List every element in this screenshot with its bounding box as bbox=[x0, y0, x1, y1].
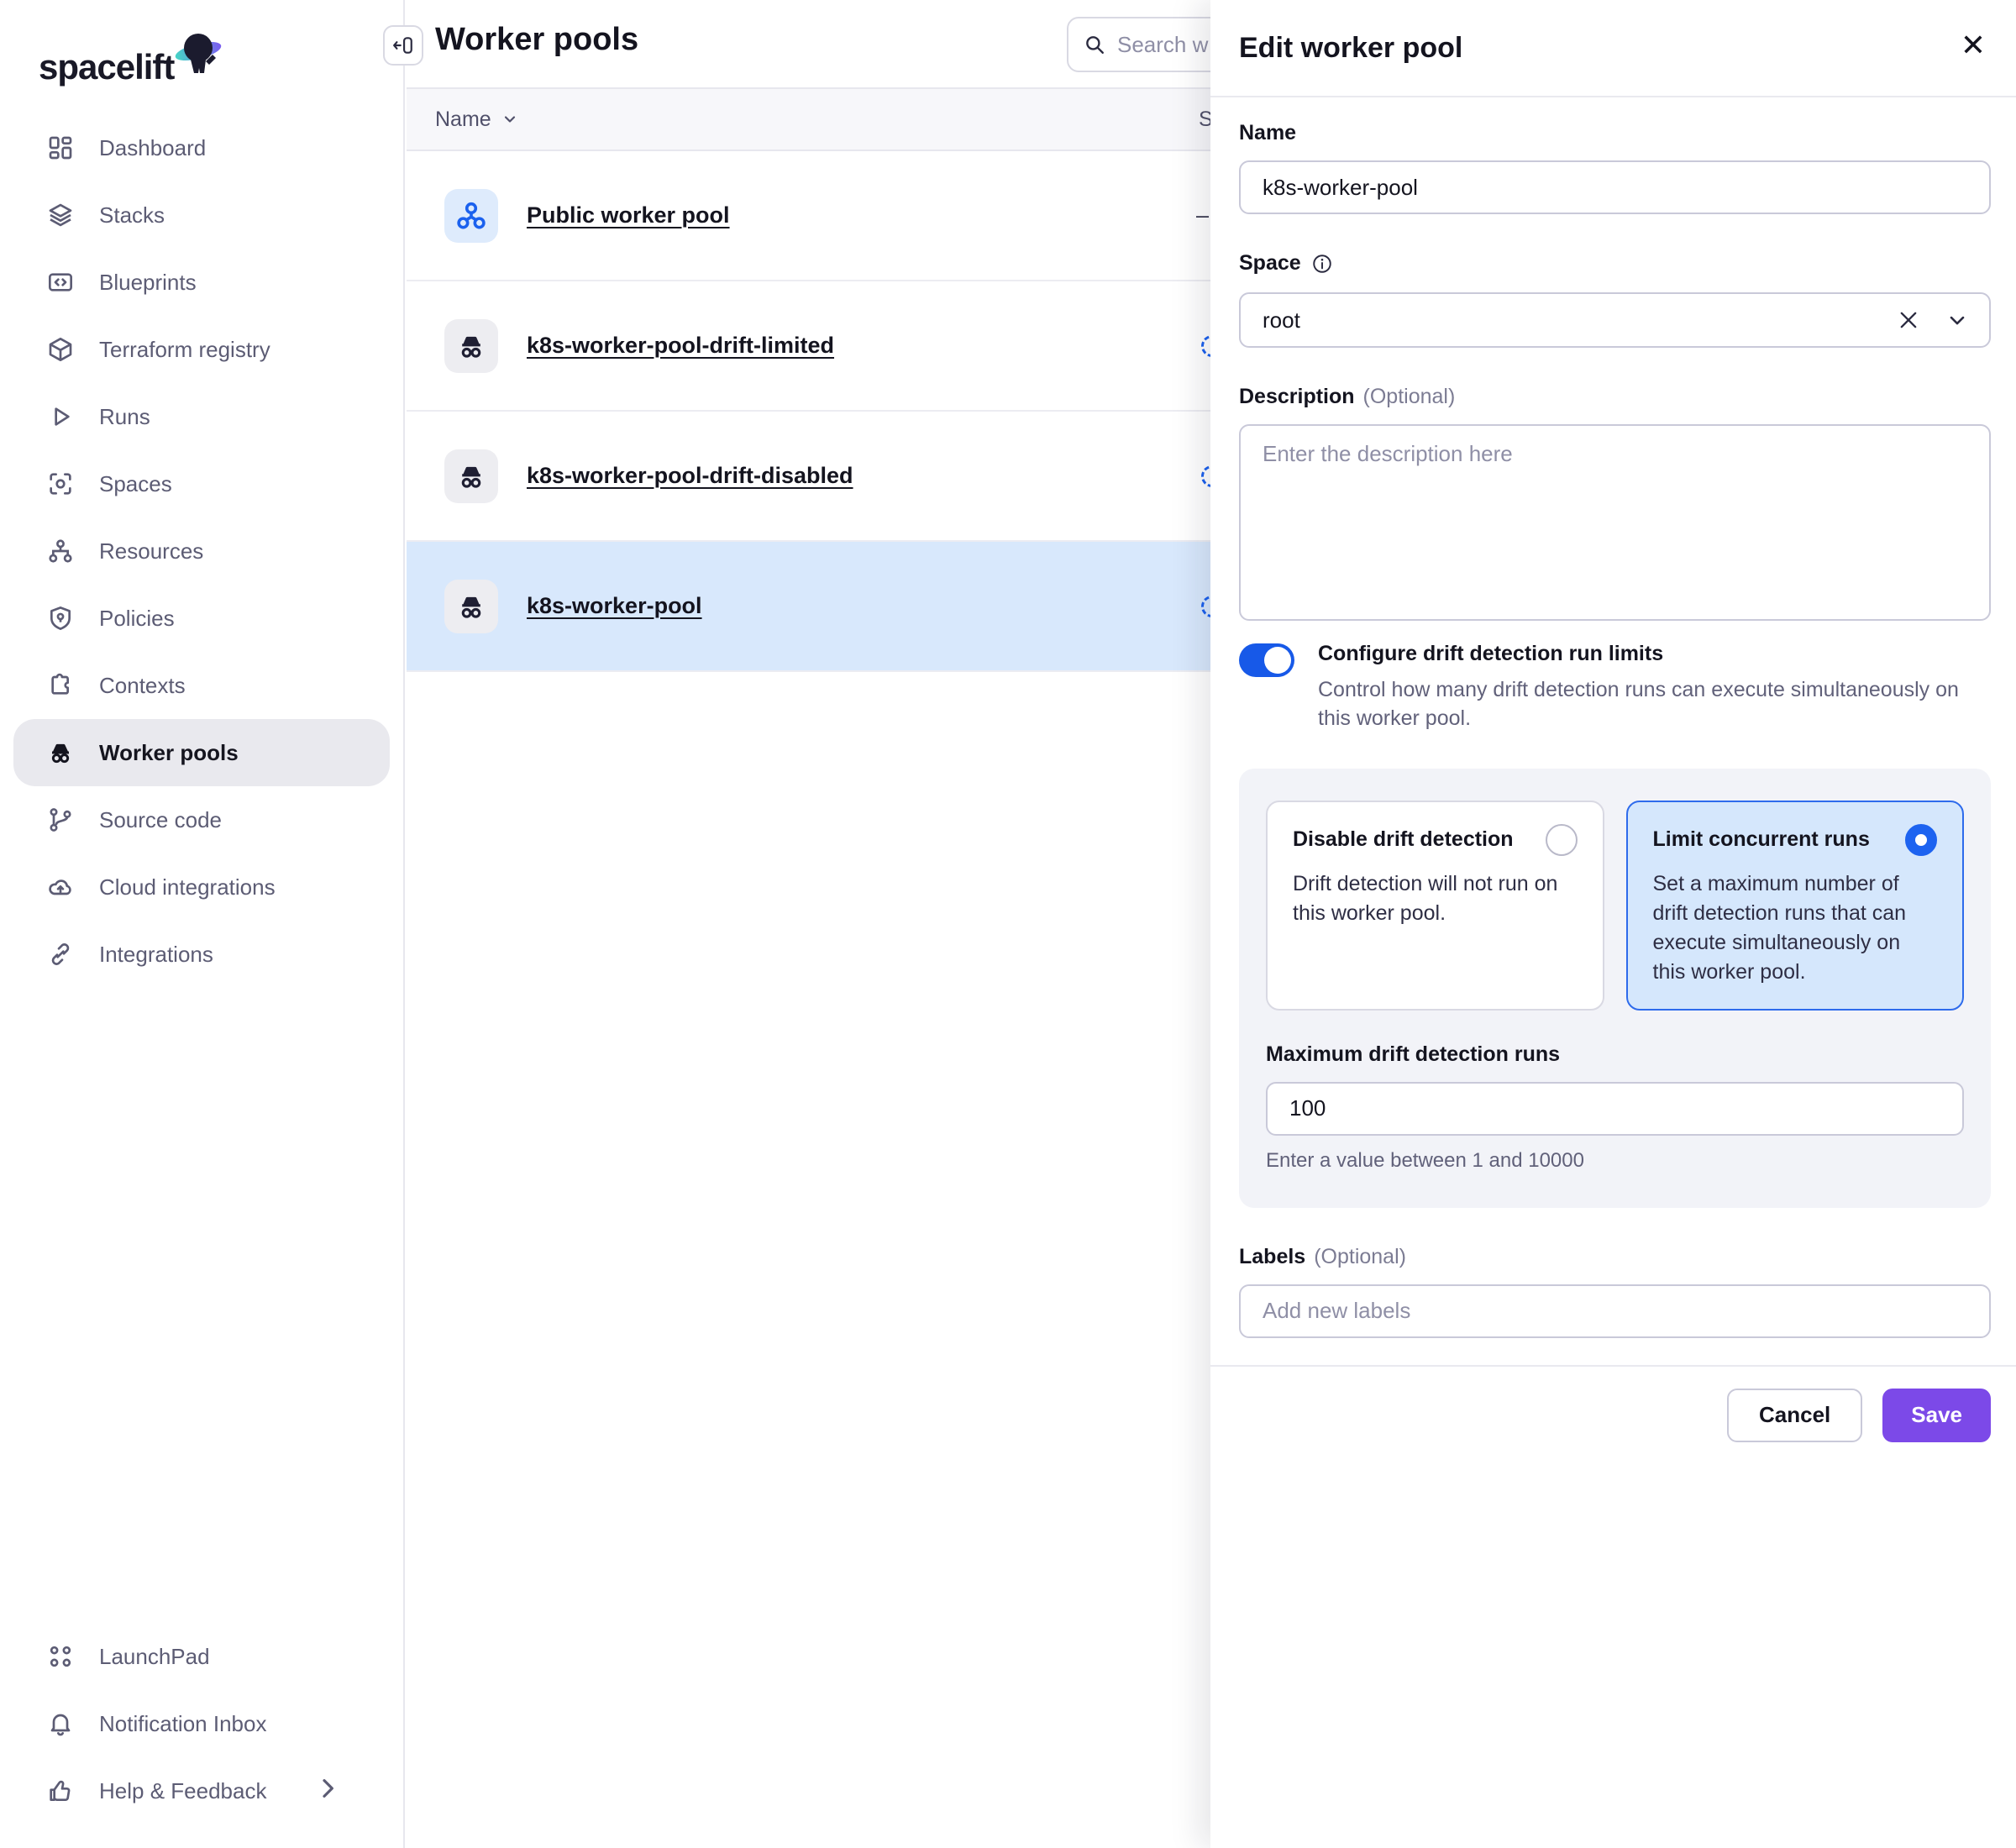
collapse-sidebar-button[interactable] bbox=[383, 25, 423, 66]
sidebar-item-notification-inbox[interactable]: Notification Inbox bbox=[0, 1690, 403, 1757]
sidebar-item-contexts[interactable]: Contexts bbox=[0, 652, 403, 719]
private-worker-pool-icon bbox=[444, 319, 498, 373]
terraform-registry-icon bbox=[47, 336, 74, 363]
column-name[interactable]: Name bbox=[435, 108, 491, 132]
sidebar-item-runs[interactable]: Runs bbox=[0, 383, 403, 450]
max-runs-hint: Enter a value between 1 and 10000 bbox=[1266, 1149, 1964, 1173]
sidebar: spacelift Dashboard Stacks Blueprints bbox=[0, 0, 405, 1848]
edit-worker-pool-panel: Edit worker pool ✕ Name Space root Descr… bbox=[1210, 0, 2016, 1848]
sidebar-item-source-code[interactable]: Source code bbox=[0, 786, 403, 853]
space-cell-dash: – bbox=[1196, 202, 1209, 228]
worker-pools-icon bbox=[47, 739, 74, 766]
description-label-row: Description (Optional) bbox=[1239, 385, 1991, 409]
bell-icon bbox=[47, 1710, 74, 1737]
cloud-integrations-icon bbox=[47, 874, 74, 900]
spacelift-logo[interactable]: spacelift bbox=[0, 0, 403, 87]
blueprints-icon bbox=[47, 269, 74, 296]
max-runs-input[interactable] bbox=[1266, 1082, 1964, 1136]
space-select[interactable]: root bbox=[1239, 292, 1991, 348]
labels-label-row: Labels (Optional) bbox=[1239, 1245, 1991, 1269]
drift-limit-toggle-row: Configure drift detection run limits Con… bbox=[1239, 642, 1991, 733]
sidebar-item-spaces[interactable]: Spaces bbox=[0, 450, 403, 517]
toggle-description: Control how many drift detection runs ca… bbox=[1318, 676, 1991, 733]
info-icon[interactable] bbox=[1311, 253, 1333, 275]
sidebar-item-resources[interactable]: Resources bbox=[0, 517, 403, 585]
stacks-icon bbox=[47, 202, 74, 228]
option-limit-concurrent-runs[interactable]: Limit concurrent runs Set a maximum numb… bbox=[1626, 801, 1965, 1011]
radio-checked-icon[interactable] bbox=[1905, 824, 1937, 856]
space-label-row: Space bbox=[1239, 251, 1991, 276]
worker-pool-link[interactable]: k8s-worker-pool bbox=[527, 593, 702, 619]
panel-header: Edit worker pool ✕ bbox=[1210, 0, 2016, 97]
sidebar-nav: Dashboard Stacks Blueprints Terraform re… bbox=[0, 114, 403, 988]
sidebar-item-blueprints[interactable]: Blueprints bbox=[0, 249, 403, 316]
sidebar-item-help-feedback[interactable]: Help & Feedback bbox=[0, 1757, 403, 1824]
toggle-label: Configure drift detection run limits bbox=[1318, 642, 1991, 666]
drift-settings-card: Disable drift detection Drift detection … bbox=[1239, 769, 1991, 1208]
sidebar-footer: LaunchPad Notification Inbox Help & Feed… bbox=[0, 1623, 403, 1824]
resources-icon bbox=[47, 538, 74, 564]
search-icon bbox=[1084, 34, 1105, 55]
panel-title: Edit worker pool bbox=[1239, 32, 1462, 65]
name-label: Name bbox=[1239, 121, 1991, 145]
launchpad-icon bbox=[47, 1643, 74, 1670]
sidebar-item-dashboard[interactable]: Dashboard bbox=[0, 114, 403, 181]
cancel-button[interactable]: Cancel bbox=[1727, 1389, 1862, 1442]
worker-pool-link[interactable]: k8s-worker-pool-drift-disabled bbox=[527, 463, 853, 489]
drift-limit-toggle[interactable] bbox=[1239, 643, 1294, 677]
description-textarea[interactable] bbox=[1239, 424, 1991, 621]
sidebar-item-stacks[interactable]: Stacks bbox=[0, 181, 403, 249]
name-input[interactable] bbox=[1239, 160, 1991, 214]
panel-footer: Cancel Save bbox=[1210, 1365, 2016, 1442]
save-button[interactable]: Save bbox=[1882, 1389, 1991, 1442]
runs-icon bbox=[47, 403, 74, 430]
space-select-value: root bbox=[1263, 307, 1300, 333]
sidebar-item-terraform-registry[interactable]: Terraform registry bbox=[0, 316, 403, 383]
chevron-down-icon[interactable] bbox=[1945, 308, 1969, 332]
clear-icon[interactable] bbox=[1897, 308, 1920, 332]
max-runs-label: Maximum drift detection runs bbox=[1266, 1042, 1964, 1067]
radio-unchecked-icon[interactable] bbox=[1546, 824, 1578, 856]
sidebar-item-cloud-integrations[interactable]: Cloud integrations bbox=[0, 853, 403, 921]
worker-pool-link[interactable]: Public worker pool bbox=[527, 202, 730, 228]
close-icon[interactable]: ✕ bbox=[1961, 30, 1986, 60]
labels-input[interactable] bbox=[1239, 1284, 1991, 1338]
sidebar-item-worker-pools[interactable]: Worker pools bbox=[13, 719, 390, 786]
collapse-sidebar-icon bbox=[392, 34, 414, 56]
contexts-icon bbox=[47, 672, 74, 699]
public-worker-pool-icon bbox=[444, 189, 498, 243]
option-disable-drift-detection[interactable]: Disable drift detection Drift detection … bbox=[1266, 801, 1604, 1011]
private-worker-pool-icon bbox=[444, 449, 498, 503]
logo-text: spacelift bbox=[39, 47, 174, 87]
chevron-right-icon bbox=[314, 1775, 366, 1808]
spaces-icon bbox=[47, 470, 74, 497]
integrations-icon bbox=[47, 941, 74, 968]
thumbs-up-icon bbox=[47, 1777, 74, 1804]
sidebar-item-integrations[interactable]: Integrations bbox=[0, 921, 403, 988]
toggle-knob bbox=[1264, 647, 1291, 674]
astronaut-logo-icon bbox=[171, 29, 224, 87]
worker-pool-link[interactable]: k8s-worker-pool-drift-limited bbox=[527, 333, 834, 359]
sidebar-item-policies[interactable]: Policies bbox=[0, 585, 403, 652]
sidebar-item-launchpad[interactable]: LaunchPad bbox=[0, 1623, 403, 1690]
private-worker-pool-icon bbox=[444, 580, 498, 633]
page-title: Worker pools bbox=[435, 22, 638, 58]
sort-chevron-down-icon bbox=[501, 111, 518, 128]
source-code-icon bbox=[47, 806, 74, 833]
policies-icon bbox=[47, 605, 74, 632]
dashboard-icon bbox=[47, 134, 74, 161]
